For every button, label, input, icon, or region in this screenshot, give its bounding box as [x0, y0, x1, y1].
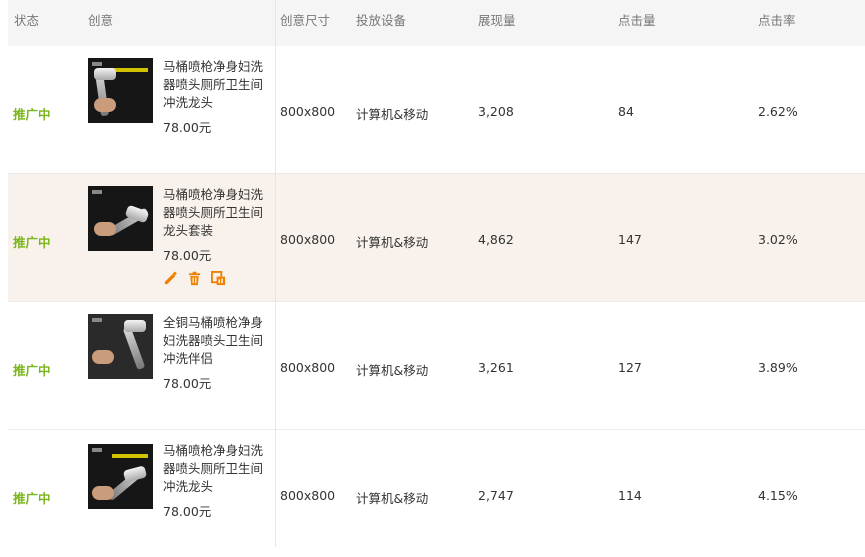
table-row: 推广中 马桶喷枪净身妇洗器喷头厕所卫生间冲洗龙头 78.00元 800x800 … [8, 430, 865, 557]
report-icon[interactable] [211, 271, 226, 286]
device: 计算机&移动 [356, 107, 429, 122]
creative-title[interactable]: 马桶喷枪净身妇洗器喷头厕所卫生间冲洗龙头 [163, 442, 273, 496]
status-badge: 推广中 [13, 235, 51, 250]
header-status: 状态 [14, 13, 40, 28]
creative-thumbnail[interactable] [88, 314, 153, 379]
creative-price: 78.00元 [163, 376, 212, 391]
clicks-value: 84 [618, 104, 634, 119]
clicks-value: 114 [618, 488, 642, 503]
ctr-value: 4.15% [758, 488, 798, 503]
impressions-value: 4,862 [478, 232, 514, 247]
device: 计算机&移动 [356, 363, 429, 378]
clicks-value: 127 [618, 360, 642, 375]
impressions-value: 2,747 [478, 488, 514, 503]
status-badge: 推广中 [13, 491, 51, 506]
device: 计算机&移动 [356, 491, 429, 506]
column-divider [275, 0, 276, 547]
creative-size: 800x800 [280, 360, 336, 375]
creative-price: 78.00元 [163, 248, 212, 263]
creative-price: 78.00元 [163, 120, 212, 135]
table-row: 推广中 马桶喷枪净身妇洗器喷头厕所卫生间龙头套装 78.00元 800x800 … [8, 174, 865, 302]
ctr-value: 3.02% [758, 232, 798, 247]
table-header: 状态 创意 创意尺寸 投放设备 展现量 点击量 点击率 [8, 0, 865, 46]
table-row: 推广中 全铜马桶喷枪净身妇洗器喷头卫生间冲洗伴侣 78.00元 800x800 … [8, 302, 865, 430]
delete-icon[interactable] [187, 271, 202, 286]
status-badge: 推广中 [13, 363, 51, 378]
creative-size: 800x800 [280, 488, 336, 503]
row-actions [163, 271, 226, 286]
header-creative: 创意 [88, 13, 114, 28]
creative-thumbnail[interactable] [88, 186, 153, 251]
header-device: 投放设备 [356, 13, 407, 28]
creative-title[interactable]: 马桶喷枪净身妇洗器喷头厕所卫生间龙头套装 [163, 186, 273, 240]
header-ctr[interactable]: 点击率 [758, 10, 796, 29]
header-size: 创意尺寸 [280, 13, 331, 28]
creative-size: 800x800 [280, 104, 336, 119]
edit-icon[interactable] [163, 271, 178, 286]
creative-title[interactable]: 全铜马桶喷枪净身妇洗器喷头卫生间冲洗伴侣 [163, 314, 273, 368]
creative-title[interactable]: 马桶喷枪净身妇洗器喷头厕所卫生间冲洗龙头 [163, 58, 273, 112]
creative-thumbnail[interactable] [88, 58, 153, 123]
ctr-value: 2.62% [758, 104, 798, 119]
creative-table: 状态 创意 创意尺寸 投放设备 展现量 点击量 点击率 推广中 马桶喷枪净身妇洗… [8, 0, 865, 547]
creative-size: 800x800 [280, 232, 336, 247]
status-badge: 推广中 [13, 107, 51, 122]
table-row: 推广中 马桶喷枪净身妇洗器喷头厕所卫生间冲洗龙头 78.00元 800x800 … [8, 46, 865, 174]
clicks-value: 147 [618, 232, 642, 247]
ctr-value: 3.89% [758, 360, 798, 375]
impressions-value: 3,261 [478, 360, 514, 375]
header-impressions[interactable]: 展现量 [478, 10, 516, 29]
header-clicks[interactable]: 点击量 [618, 10, 656, 29]
creative-thumbnail[interactable] [88, 444, 153, 509]
creative-price: 78.00元 [163, 504, 212, 519]
impressions-value: 3,208 [478, 104, 514, 119]
device: 计算机&移动 [356, 235, 429, 250]
